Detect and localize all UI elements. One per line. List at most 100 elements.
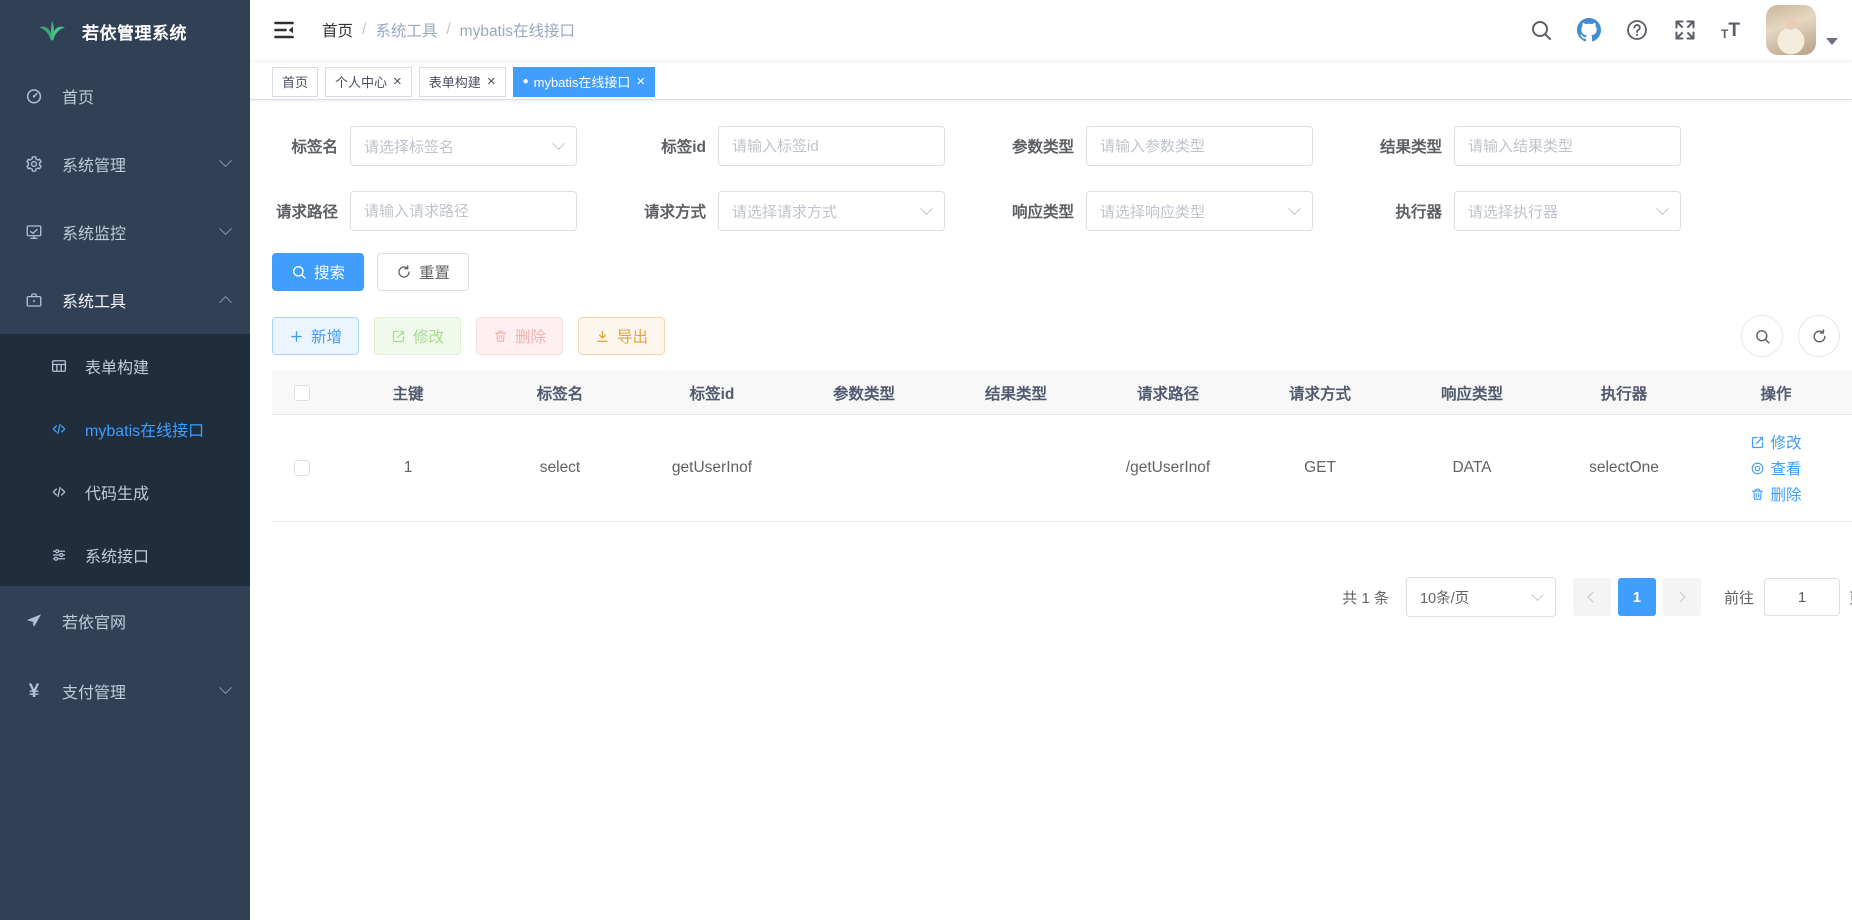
field-label: 标签id xyxy=(640,135,706,157)
data-table: 主键 标签名 标签id 参数类型 结果类型 请求路径 请求方式 响应类型 执行器… xyxy=(272,371,1852,522)
sidebar-item-label: 系统监控 xyxy=(62,220,126,244)
field-request-path: 请求路径 xyxy=(272,191,577,231)
row-edit-link[interactable]: 修改 xyxy=(1750,431,1801,453)
page-number-1[interactable]: 1 xyxy=(1618,578,1656,616)
user-menu[interactable] xyxy=(1766,5,1838,55)
refresh-table-button[interactable] xyxy=(1798,315,1840,357)
tab-form-builder[interactable]: 表单构建 × xyxy=(419,67,506,97)
row-checkbox[interactable] xyxy=(294,460,310,476)
field-executor: 执行器 请选择执行器 xyxy=(1376,191,1681,231)
field-label: 请求方式 xyxy=(640,200,706,222)
column-header: 请求方式 xyxy=(1244,382,1396,404)
app-logo[interactable]: 若依管理系统 xyxy=(0,0,250,62)
navbar-right-tools: TT xyxy=(1505,5,1838,55)
search-icon xyxy=(291,264,307,280)
sidebar-item-system-manage[interactable]: 系统管理 xyxy=(0,130,250,198)
param-type-input[interactable] xyxy=(1086,126,1313,166)
monitor-icon xyxy=(25,223,43,241)
plus-icon xyxy=(289,329,304,344)
column-header: 响应类型 xyxy=(1396,382,1548,404)
export-button[interactable]: 导出 xyxy=(578,317,665,355)
tag-name-select[interactable]: 请选择标签名 xyxy=(350,126,577,166)
chevron-left-icon xyxy=(1588,591,1599,602)
request-path-input[interactable] xyxy=(350,191,577,231)
edit-button[interactable]: 修改 xyxy=(374,317,461,355)
sidebar-item-mybatis-online-api[interactable]: mybatis在线接口 xyxy=(0,397,250,460)
avatar[interactable] xyxy=(1766,5,1816,55)
response-type-select[interactable]: 请选择响应类型 xyxy=(1086,191,1313,231)
table-row: 1 select getUserInof /getUserInof GET DA… xyxy=(272,415,1852,522)
field-request-method: 请求方式 请选择请求方式 xyxy=(640,191,945,231)
font-size-icon[interactable]: TT xyxy=(1721,21,1740,40)
close-icon[interactable]: × xyxy=(393,74,402,89)
prev-page-button[interactable] xyxy=(1573,578,1611,616)
chevron-down-icon xyxy=(1288,202,1301,215)
cell-request-method: GET xyxy=(1244,459,1396,477)
sidebar-item-system-monitor[interactable]: 系统监控 xyxy=(0,198,250,266)
column-header: 主键 xyxy=(332,382,484,404)
github-icon[interactable] xyxy=(1577,18,1601,42)
result-type-input[interactable] xyxy=(1454,126,1681,166)
sidebar-item-label: 系统接口 xyxy=(85,543,149,567)
trash-icon xyxy=(1750,487,1765,502)
reset-button[interactable]: 重置 xyxy=(377,253,469,291)
breadcrumb-system-tools[interactable]: 系统工具 xyxy=(375,19,437,41)
tab-profile[interactable]: 个人中心 × xyxy=(325,67,412,97)
close-icon[interactable]: × xyxy=(487,74,496,89)
delete-button[interactable]: 删除 xyxy=(476,317,563,355)
app-title: 若依管理系统 xyxy=(82,19,187,44)
breadcrumb-separator: / xyxy=(362,21,366,39)
close-icon[interactable]: × xyxy=(636,74,645,89)
cell-tag-name: select xyxy=(484,459,636,477)
search-button[interactable]: 搜索 xyxy=(272,253,364,291)
main-area: 首页 / 系统工具 / mybatis在线接口 TT 首页 个人中心 × xyxy=(250,0,1852,920)
sidebar-item-home[interactable]: 首页 xyxy=(0,62,250,130)
select-all-checkbox[interactable] xyxy=(294,385,310,401)
sidebar-item-system-api[interactable]: 系统接口 xyxy=(0,523,250,586)
cell-response-type: DATA xyxy=(1396,459,1548,477)
table-tools xyxy=(1726,315,1840,357)
search-icon xyxy=(1754,328,1771,345)
sidebar-item-label: 表单构建 xyxy=(85,354,149,378)
next-page-button[interactable] xyxy=(1663,578,1701,616)
column-header: 操作 xyxy=(1700,382,1852,404)
row-view-link[interactable]: 查看 xyxy=(1750,457,1801,479)
goto-page-input[interactable] xyxy=(1764,578,1840,616)
sidebar-fold-icon[interactable] xyxy=(272,18,296,42)
breadcrumb-home[interactable]: 首页 xyxy=(322,19,353,41)
column-header: 标签名 xyxy=(484,382,636,404)
sidebar-item-label: 代码生成 xyxy=(85,480,149,504)
chevron-down-icon xyxy=(920,202,933,215)
tab-mybatis-online-api[interactable]: ● mybatis在线接口 × xyxy=(513,67,656,97)
filter-row-1: 标签名 请选择标签名 标签id 参数类型 结果类型 xyxy=(272,126,1852,166)
sidebar-item-code-generation[interactable]: 代码生成 xyxy=(0,460,250,523)
row-delete-link[interactable]: 删除 xyxy=(1750,483,1801,505)
sidebar-item-payment-manage[interactable]: ¥ 支付管理 xyxy=(0,656,250,726)
paper-plane-icon xyxy=(25,612,43,630)
sidebar-item-system-tools[interactable]: 系统工具 xyxy=(0,266,250,334)
executor-select[interactable]: 请选择执行器 xyxy=(1454,191,1681,231)
tab-home[interactable]: 首页 xyxy=(272,67,318,97)
field-param-type: 参数类型 xyxy=(1008,126,1313,166)
help-icon[interactable] xyxy=(1625,18,1649,42)
chevron-up-icon xyxy=(221,291,230,309)
tag-id-input[interactable] xyxy=(718,126,945,166)
fullscreen-icon[interactable] xyxy=(1673,18,1697,42)
sidebar-item-official-site[interactable]: 若依官网 xyxy=(0,586,250,656)
field-label: 执行器 xyxy=(1376,200,1442,222)
column-header: 执行器 xyxy=(1548,382,1700,404)
gear-icon xyxy=(25,155,43,173)
request-method-select[interactable]: 请选择请求方式 xyxy=(718,191,945,231)
sidebar-item-form-builder[interactable]: 表单构建 xyxy=(0,334,250,397)
edit-icon xyxy=(1750,435,1765,450)
search-icon[interactable] xyxy=(1529,18,1553,42)
chevron-down-icon xyxy=(1531,588,1544,601)
add-button[interactable]: 新增 xyxy=(272,317,359,355)
cell-executor: selectOne xyxy=(1548,459,1700,477)
toggle-search-button[interactable] xyxy=(1741,315,1783,357)
field-response-type: 响应类型 请选择响应类型 xyxy=(1008,191,1313,231)
sidebar-item-label: 系统工具 xyxy=(62,288,126,312)
column-header: 结果类型 xyxy=(940,382,1092,404)
field-label: 结果类型 xyxy=(1376,135,1442,157)
page-size-select[interactable]: 10条/页 xyxy=(1406,577,1556,617)
